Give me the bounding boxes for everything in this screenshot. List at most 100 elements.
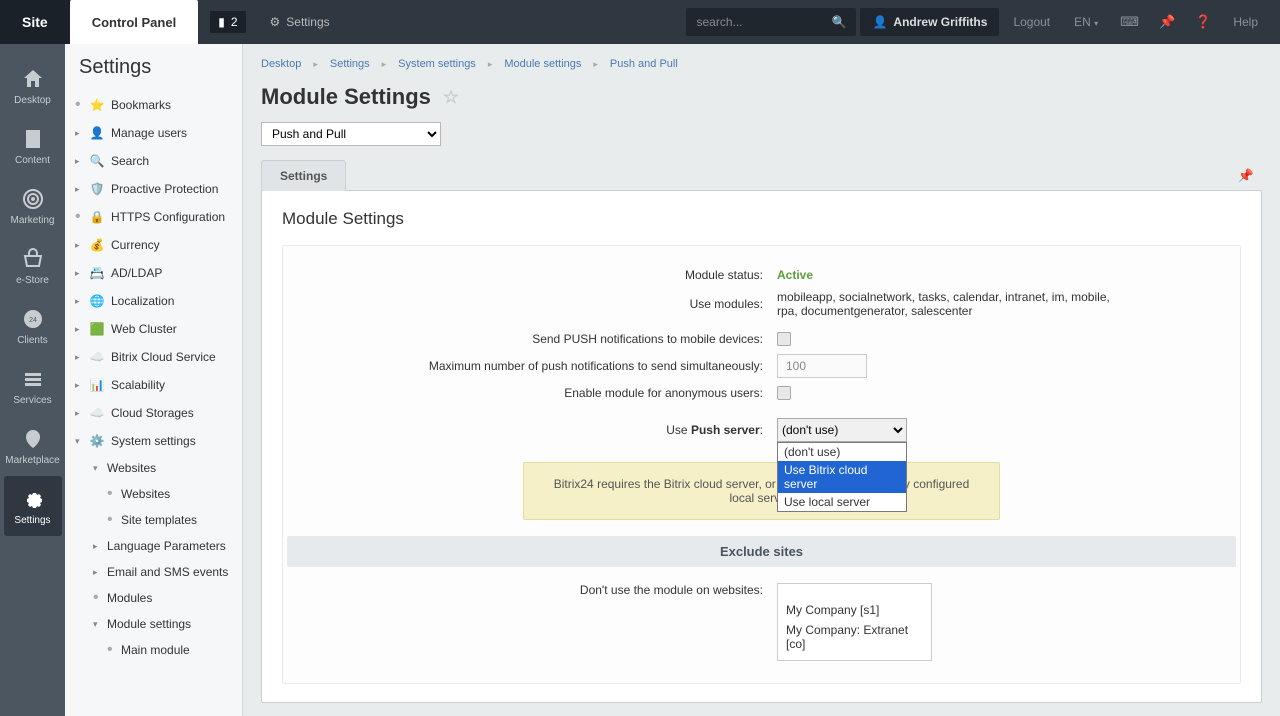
sidebar-item-module-settings[interactable]: ▾Module settings: [65, 611, 242, 637]
logout-link[interactable]: Logout: [1003, 15, 1060, 29]
sidebar-item-site-templates[interactable]: •Site templates: [65, 507, 242, 533]
module-status-value: Active: [777, 268, 813, 282]
sidebar-item-adldap[interactable]: ▸📇AD/LDAP: [65, 259, 242, 287]
rail-settings[interactable]: Settings: [4, 476, 62, 536]
cluster-icon: 🟩: [89, 321, 105, 337]
sidebar-item-lang-params[interactable]: ▸Language Parameters: [65, 533, 242, 559]
sidebar-item-modules[interactable]: •Modules: [65, 585, 242, 611]
form-box: Module status: Active Use modules: mobil…: [282, 245, 1241, 684]
user-menu[interactable]: 👤Andrew Griffiths: [860, 8, 999, 36]
sidebar-item-scalability[interactable]: ▸📊Scalability: [65, 371, 242, 399]
favorite-star-icon[interactable]: ☆: [443, 87, 459, 108]
keyboard-icon[interactable]: ⌨: [1112, 14, 1147, 30]
tab-row: Settings 📌: [261, 160, 1262, 191]
lang-switch[interactable]: EN ▾: [1064, 15, 1108, 29]
sidebar-item-proactive[interactable]: ▸🛡️Proactive Protection: [65, 175, 242, 203]
max-push-label: Maximum number of push notifications to …: [283, 359, 773, 373]
push-notif-label: Send PUSH notifications to mobile device…: [283, 332, 773, 346]
rail-content[interactable]: Content: [4, 116, 62, 176]
search-box[interactable]: 🔍: [686, 8, 856, 36]
rail-estore[interactable]: e-Store: [4, 236, 62, 296]
control-panel-tab[interactable]: Control Panel: [70, 0, 199, 44]
crumb-settings[interactable]: Settings: [330, 58, 370, 70]
svg-text:24: 24: [29, 317, 37, 324]
site-button[interactable]: Site: [0, 0, 70, 44]
top-settings-link[interactable]: ⚙Settings: [258, 0, 342, 44]
exclude-label: Don't use the module on websites:: [283, 583, 773, 597]
money-icon: 💰: [89, 237, 105, 253]
rail-services[interactable]: Services: [4, 356, 62, 416]
sites-listbox[interactable]: My Company [s1] My Company: Extranet [co…: [777, 583, 932, 661]
search-icon[interactable]: 🔍: [832, 15, 847, 29]
sidebar-item-websites-list[interactable]: •Websites: [65, 481, 242, 507]
gear-icon: ⚙: [270, 15, 281, 29]
user-icon: 👤: [89, 125, 105, 141]
settings-panel: Module Settings Module status: Active Us…: [261, 190, 1262, 703]
max-push-input[interactable]: [777, 354, 867, 378]
exclude-sites-header: Exclude sites: [287, 536, 1236, 567]
card-icon: 📇: [89, 265, 105, 281]
sidebar-item-websites[interactable]: ▾Websites: [65, 455, 242, 481]
sidebar-item-currency[interactable]: ▸💰Currency: [65, 231, 242, 259]
dropdown-option-dont-use[interactable]: (don't use): [778, 443, 906, 461]
rail-clients[interactable]: 24Clients: [4, 296, 62, 356]
sidebar-item-manage-users[interactable]: ▸👤Manage users: [65, 119, 242, 147]
site-option-s1[interactable]: My Company [s1]: [778, 600, 931, 620]
search-icon: 🔍: [89, 153, 105, 169]
left-rail: Desktop Content Marketing e-Store 24Clie…: [0, 44, 65, 716]
star-icon: ⭐: [89, 97, 105, 113]
main-content: Desktop▸ Settings▸ System settings▸ Modu…: [243, 44, 1280, 716]
rail-marketing[interactable]: Marketing: [4, 176, 62, 236]
lock-icon: 🔒: [89, 209, 105, 225]
gear-icon: ⚙️: [89, 433, 105, 449]
sidebar-item-localization[interactable]: ▸🌐Localization: [65, 287, 242, 315]
page-title: Module Settings ☆: [261, 84, 1262, 110]
site-option-co[interactable]: My Company: Extranet [co]: [778, 620, 931, 654]
notification-icon: ▮: [218, 15, 225, 29]
sidebar-title: Settings: [65, 56, 242, 91]
panel-title: Module Settings: [282, 209, 1241, 229]
notifications-button[interactable]: ▮2: [198, 0, 257, 44]
push-notif-checkbox[interactable]: [777, 332, 791, 346]
push-server-label: Use Push server:: [283, 423, 773, 437]
sidebar-item-email-sms[interactable]: ▸Email and SMS events: [65, 559, 242, 585]
help-icon[interactable]: ❓: [1187, 14, 1219, 30]
sidebar: Settings •⭐Bookmarks ▸👤Manage users ▸🔍Se…: [65, 44, 243, 716]
rail-marketplace[interactable]: Marketplace: [4, 416, 62, 476]
info-banner: Bitrix24 requires the Bitrix cloud serve…: [523, 462, 1000, 520]
cloud-icon: ☁️: [89, 349, 105, 365]
help-link[interactable]: Help: [1223, 15, 1268, 29]
crumb-module-settings[interactable]: Module settings: [504, 58, 581, 70]
globe-icon: 🌐: [89, 293, 105, 309]
sidebar-item-https[interactable]: •🔒HTTPS Configuration: [65, 203, 242, 231]
pin-icon[interactable]: 📌: [1238, 168, 1254, 184]
sidebar-item-search[interactable]: ▸🔍Search: [65, 147, 242, 175]
breadcrumbs: Desktop▸ Settings▸ System settings▸ Modu…: [261, 58, 1262, 70]
crumb-desktop[interactable]: Desktop: [261, 58, 301, 70]
anon-label: Enable module for anonymous users:: [283, 386, 773, 400]
shield-icon: 🛡️: [89, 181, 105, 197]
sidebar-item-webcluster[interactable]: ▸🟩Web Cluster: [65, 315, 242, 343]
scale-icon: 📊: [89, 377, 105, 393]
anon-checkbox[interactable]: [777, 386, 791, 400]
use-modules-value: mobileapp, socialnetwork, tasks, calenda…: [773, 290, 1113, 318]
module-select[interactable]: Push and Pull: [261, 122, 441, 146]
sidebar-item-system-settings[interactable]: ▾⚙️System settings: [65, 427, 242, 455]
search-input[interactable]: [696, 15, 831, 29]
use-modules-label: Use modules:: [283, 297, 773, 311]
storage-icon: ☁️: [89, 405, 105, 421]
sidebar-item-bitrix-cloud[interactable]: ▸☁️Bitrix Cloud Service: [65, 343, 242, 371]
sidebar-item-cloud-storages[interactable]: ▸☁️Cloud Storages: [65, 399, 242, 427]
user-icon: 👤: [872, 15, 887, 29]
tab-settings[interactable]: Settings: [261, 160, 346, 191]
crumb-system-settings[interactable]: System settings: [398, 58, 476, 70]
sidebar-item-main-module[interactable]: •Main module: [65, 637, 242, 663]
crumb-push-pull[interactable]: Push and Pull: [610, 58, 678, 70]
sidebar-item-bookmarks[interactable]: •⭐Bookmarks: [65, 91, 242, 119]
dropdown-option-bitrix-cloud[interactable]: Use Bitrix cloud server: [778, 461, 906, 493]
pin-icon[interactable]: 📌: [1151, 14, 1183, 30]
dropdown-option-local-server[interactable]: Use local server: [778, 493, 906, 511]
module-status-label: Module status:: [283, 268, 773, 282]
rail-desktop[interactable]: Desktop: [4, 56, 62, 116]
push-server-select[interactable]: (don't use): [777, 418, 907, 442]
